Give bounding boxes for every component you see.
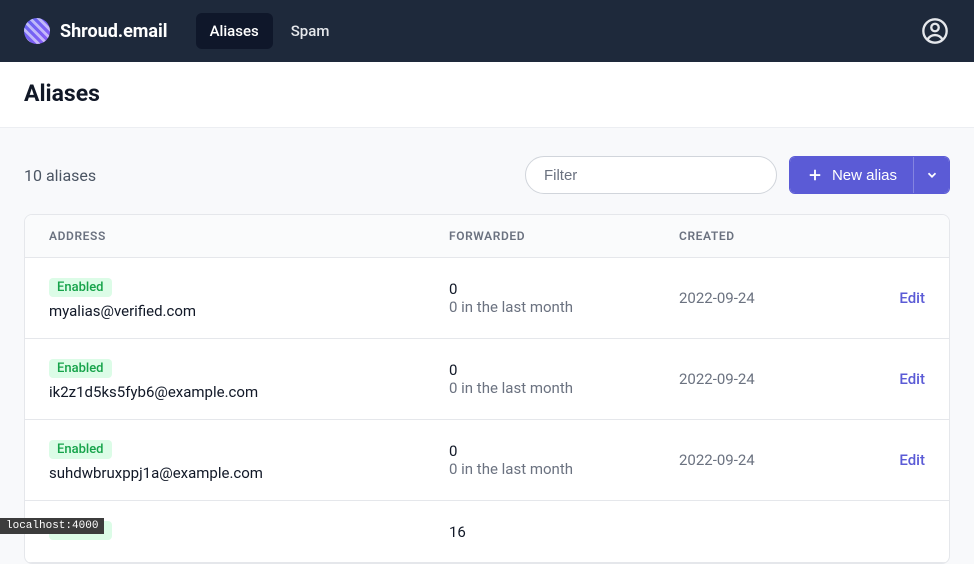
new-alias-button[interactable]: New alias: [790, 157, 913, 193]
th-created: CREATED: [679, 229, 869, 243]
new-alias-group: New alias: [789, 156, 950, 194]
forwarded-month: 0 in the last month: [449, 460, 679, 478]
th-actions: [869, 229, 925, 243]
alias-count: 10 aliases: [24, 166, 96, 185]
forwarded-total: 0: [449, 361, 679, 379]
table-row: Enabled 16: [25, 501, 949, 563]
forwarded-total: 16: [449, 523, 679, 541]
alias-address: myalias@verified.com: [49, 302, 196, 320]
forwarded-total: 0: [449, 442, 679, 460]
table-body: Enabled myalias@verified.com 0 0 in the …: [25, 258, 949, 563]
tab-aliases[interactable]: Aliases: [196, 13, 273, 49]
navbar: Shroud.email Aliases Spam: [0, 0, 974, 62]
filter-input[interactable]: [525, 156, 777, 194]
table-row: Enabled suhdwbruxppj1a@example.com 0 0 i…: [25, 420, 949, 501]
cell-address: Enabled: [49, 519, 449, 544]
nav-left: Shroud.email Aliases Spam: [24, 13, 343, 49]
edit-link[interactable]: Edit: [869, 370, 925, 388]
new-alias-dropdown-button[interactable]: [913, 157, 949, 193]
account-menu-button[interactable]: [920, 16, 950, 46]
cell-address: Enabled ik2z1d5ks5fyb6@example.com: [49, 357, 449, 401]
chevron-down-icon: [925, 168, 939, 182]
cell-created: 2022-09-24: [679, 451, 869, 469]
table-row: Enabled myalias@verified.com 0 0 in the …: [25, 258, 949, 339]
cell-forwarded: 0 0 in the last month: [449, 361, 679, 397]
page-header: Aliases: [0, 62, 974, 128]
page-title: Aliases: [24, 80, 950, 107]
table-header: ADDRESS FORWARDED CREATED: [25, 215, 949, 258]
alias-address: suhdwbruxppj1a@example.com: [49, 464, 263, 482]
edit-link[interactable]: Edit: [869, 289, 925, 307]
cell-address: Enabled suhdwbruxppj1a@example.com: [49, 438, 449, 482]
forwarded-total: 0: [449, 280, 679, 298]
nav-tabs: Aliases Spam: [196, 13, 344, 49]
plus-icon: [806, 166, 824, 184]
new-alias-label: New alias: [832, 167, 897, 184]
forwarded-month: 0 in the last month: [449, 298, 679, 316]
content: 10 aliases New alias A: [0, 128, 974, 564]
cell-forwarded: 0 0 in the last month: [449, 442, 679, 478]
edit-link[interactable]: Edit: [869, 451, 925, 469]
toolbar-right: New alias: [525, 156, 950, 194]
toolbar: 10 aliases New alias: [24, 156, 950, 194]
aliases-table: ADDRESS FORWARDED CREATED Enabled myalia…: [24, 214, 950, 564]
status-badge: Enabled: [49, 440, 112, 459]
browser-status-bar: localhost:4000: [0, 518, 104, 534]
alias-address: ik2z1d5ks5fyb6@example.com: [49, 383, 258, 401]
cell-created: 2022-09-24: [679, 370, 869, 388]
brand-name: Shroud.email: [60, 21, 168, 42]
status-badge: Enabled: [49, 359, 112, 378]
cell-forwarded: 0 0 in the last month: [449, 280, 679, 316]
forwarded-month: 0 in the last month: [449, 379, 679, 397]
cell-created: 2022-09-24: [679, 289, 869, 307]
th-forwarded: FORWARDED: [449, 229, 679, 243]
table-row: Enabled ik2z1d5ks5fyb6@example.com 0 0 i…: [25, 339, 949, 420]
th-address: ADDRESS: [49, 229, 449, 243]
cell-forwarded: 16: [449, 523, 679, 541]
cell-address: Enabled myalias@verified.com: [49, 276, 449, 320]
user-circle-icon: [921, 17, 949, 45]
status-badge: Enabled: [49, 278, 112, 297]
logo-icon: [24, 18, 50, 44]
tab-spam[interactable]: Spam: [277, 13, 344, 49]
brand[interactable]: Shroud.email: [24, 18, 168, 44]
